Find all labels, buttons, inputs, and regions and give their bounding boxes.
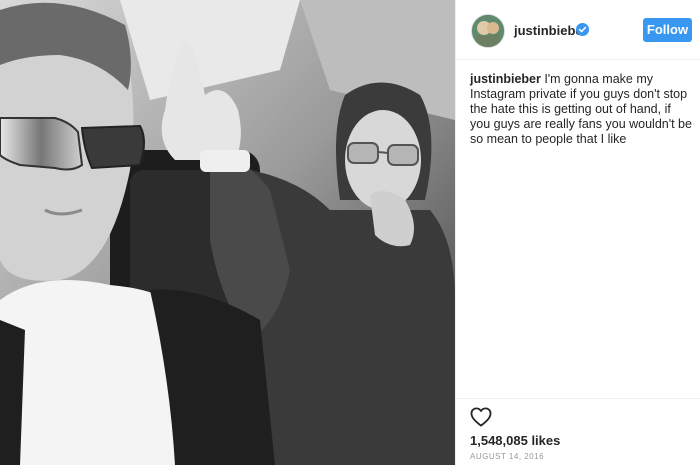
- instagram-post: justinbieber Follow justinbieber I'm gon…: [0, 0, 700, 465]
- post-date: AUGUST 14, 2016: [470, 452, 545, 461]
- follow-button[interactable]: Follow: [643, 18, 692, 42]
- photo-illustration: [0, 0, 455, 465]
- caption-username-link[interactable]: justinbieber: [470, 72, 541, 86]
- post-side-panel: justinbieber Follow justinbieber I'm gon…: [455, 0, 700, 465]
- post-header: justinbieber Follow: [456, 0, 700, 60]
- avatar[interactable]: [471, 14, 505, 48]
- like-count[interactable]: 1,548,085 likes: [470, 433, 560, 448]
- avatar-image: [472, 15, 504, 47]
- heart-outline-icon[interactable]: [470, 407, 492, 427]
- verified-badge-icon: [576, 23, 589, 36]
- post-caption: justinbieber I'm gonna make my Instagram…: [470, 72, 692, 147]
- post-actions: 1,548,085 likes AUGUST 14, 2016: [456, 398, 700, 465]
- post-photo[interactable]: [0, 0, 455, 465]
